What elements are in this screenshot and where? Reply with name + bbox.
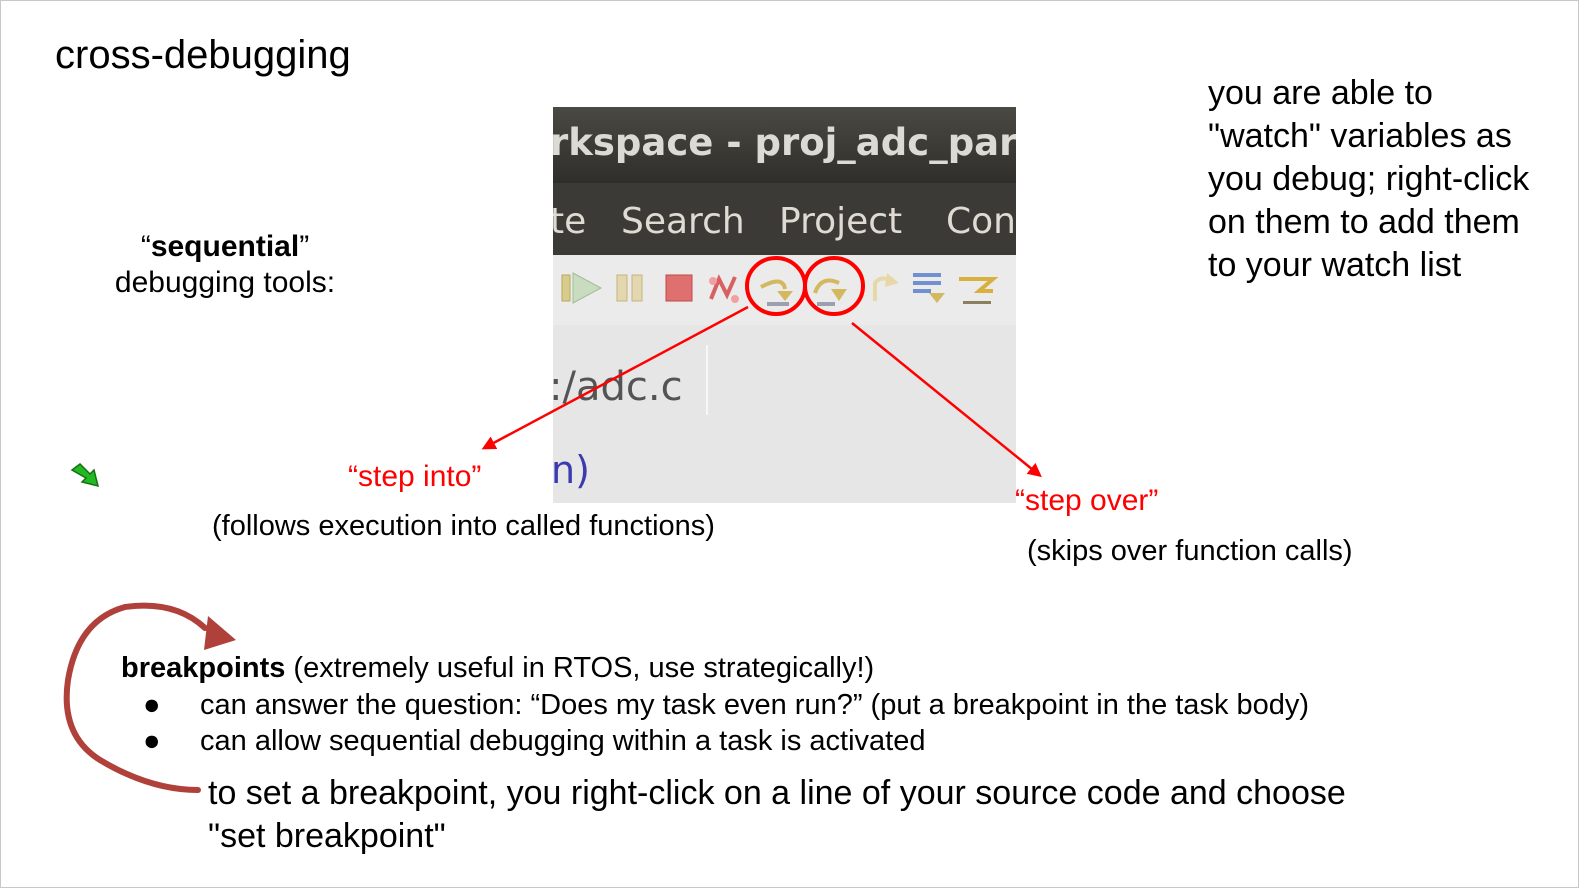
menu-item-search[interactable]: Search — [621, 201, 745, 242]
window-title: rkspace - proj_adc_pare — [553, 121, 1016, 164]
sequential-bold: sequential — [150, 230, 300, 263]
watch-variables-note: you are able to "watch" variables as you… — [1208, 74, 1530, 284]
step-over-description: (skips over function calls) — [1027, 535, 1353, 567]
editor-tab-filename[interactable]: :/adc.c — [553, 364, 683, 410]
bullet-text: can allow sequential debugging within a … — [200, 725, 926, 757]
ide-screenshot: rkspace - proj_adc_pare te Search Projec… — [553, 107, 1016, 503]
step-into-description: (follows execution into called functions… — [212, 510, 715, 542]
bullet-dot: ● — [143, 689, 161, 721]
bullet-text: can answer the question: “Does my task e… — [200, 689, 1310, 721]
drop-to-frame-icon[interactable] — [913, 273, 945, 303]
step-into-label: “step into” — [348, 460, 482, 493]
menu-item-navigate[interactable]: te — [553, 201, 586, 242]
slide-title: cross-debugging — [55, 33, 351, 77]
menu-item-console[interactable]: Con — [946, 201, 1016, 242]
step-return-icon[interactable] — [873, 273, 899, 301]
breakpoint-bullet-2: ● can allow sequential debugging within a… — [143, 725, 925, 758]
step-into-icon[interactable] — [760, 279, 793, 306]
use-step-filters-icon[interactable] — [959, 277, 999, 304]
breakpoint-bullet-1: ● can answer the question: “Does my task … — [143, 689, 1309, 722]
breakpoints-heading: breakpoints (extremely useful in RTOS, u… — [121, 652, 874, 685]
editor-separator — [706, 345, 708, 415]
breakpoints-note: (extremely useful in RTOS, use strategic… — [285, 652, 875, 684]
debugging-tools-text: debugging tools: — [114, 266, 336, 299]
code-fragment: n) — [553, 448, 590, 492]
step-over-label: “step over” — [1015, 484, 1159, 517]
set-breakpoint-instructions: to set a breakpoint, you right-click on … — [208, 774, 1346, 855]
step-over-icon[interactable] — [813, 278, 847, 306]
breakpoints-bold: breakpoints — [121, 652, 286, 684]
disconnect-icon[interactable] — [709, 274, 739, 303]
quote-close: ” — [299, 230, 310, 263]
menu-item-project[interactable]: Project — [779, 201, 902, 242]
quote-open: “ — [140, 230, 151, 263]
bullet-dot: ● — [143, 725, 161, 757]
debug-toolbar — [553, 255, 1016, 325]
suspend-icon[interactable] — [616, 274, 643, 302]
resume-icon[interactable] — [561, 272, 603, 304]
sequential-tools-label: “sequential” debugging tools: — [100, 229, 350, 301]
terminate-icon[interactable] — [665, 274, 693, 302]
